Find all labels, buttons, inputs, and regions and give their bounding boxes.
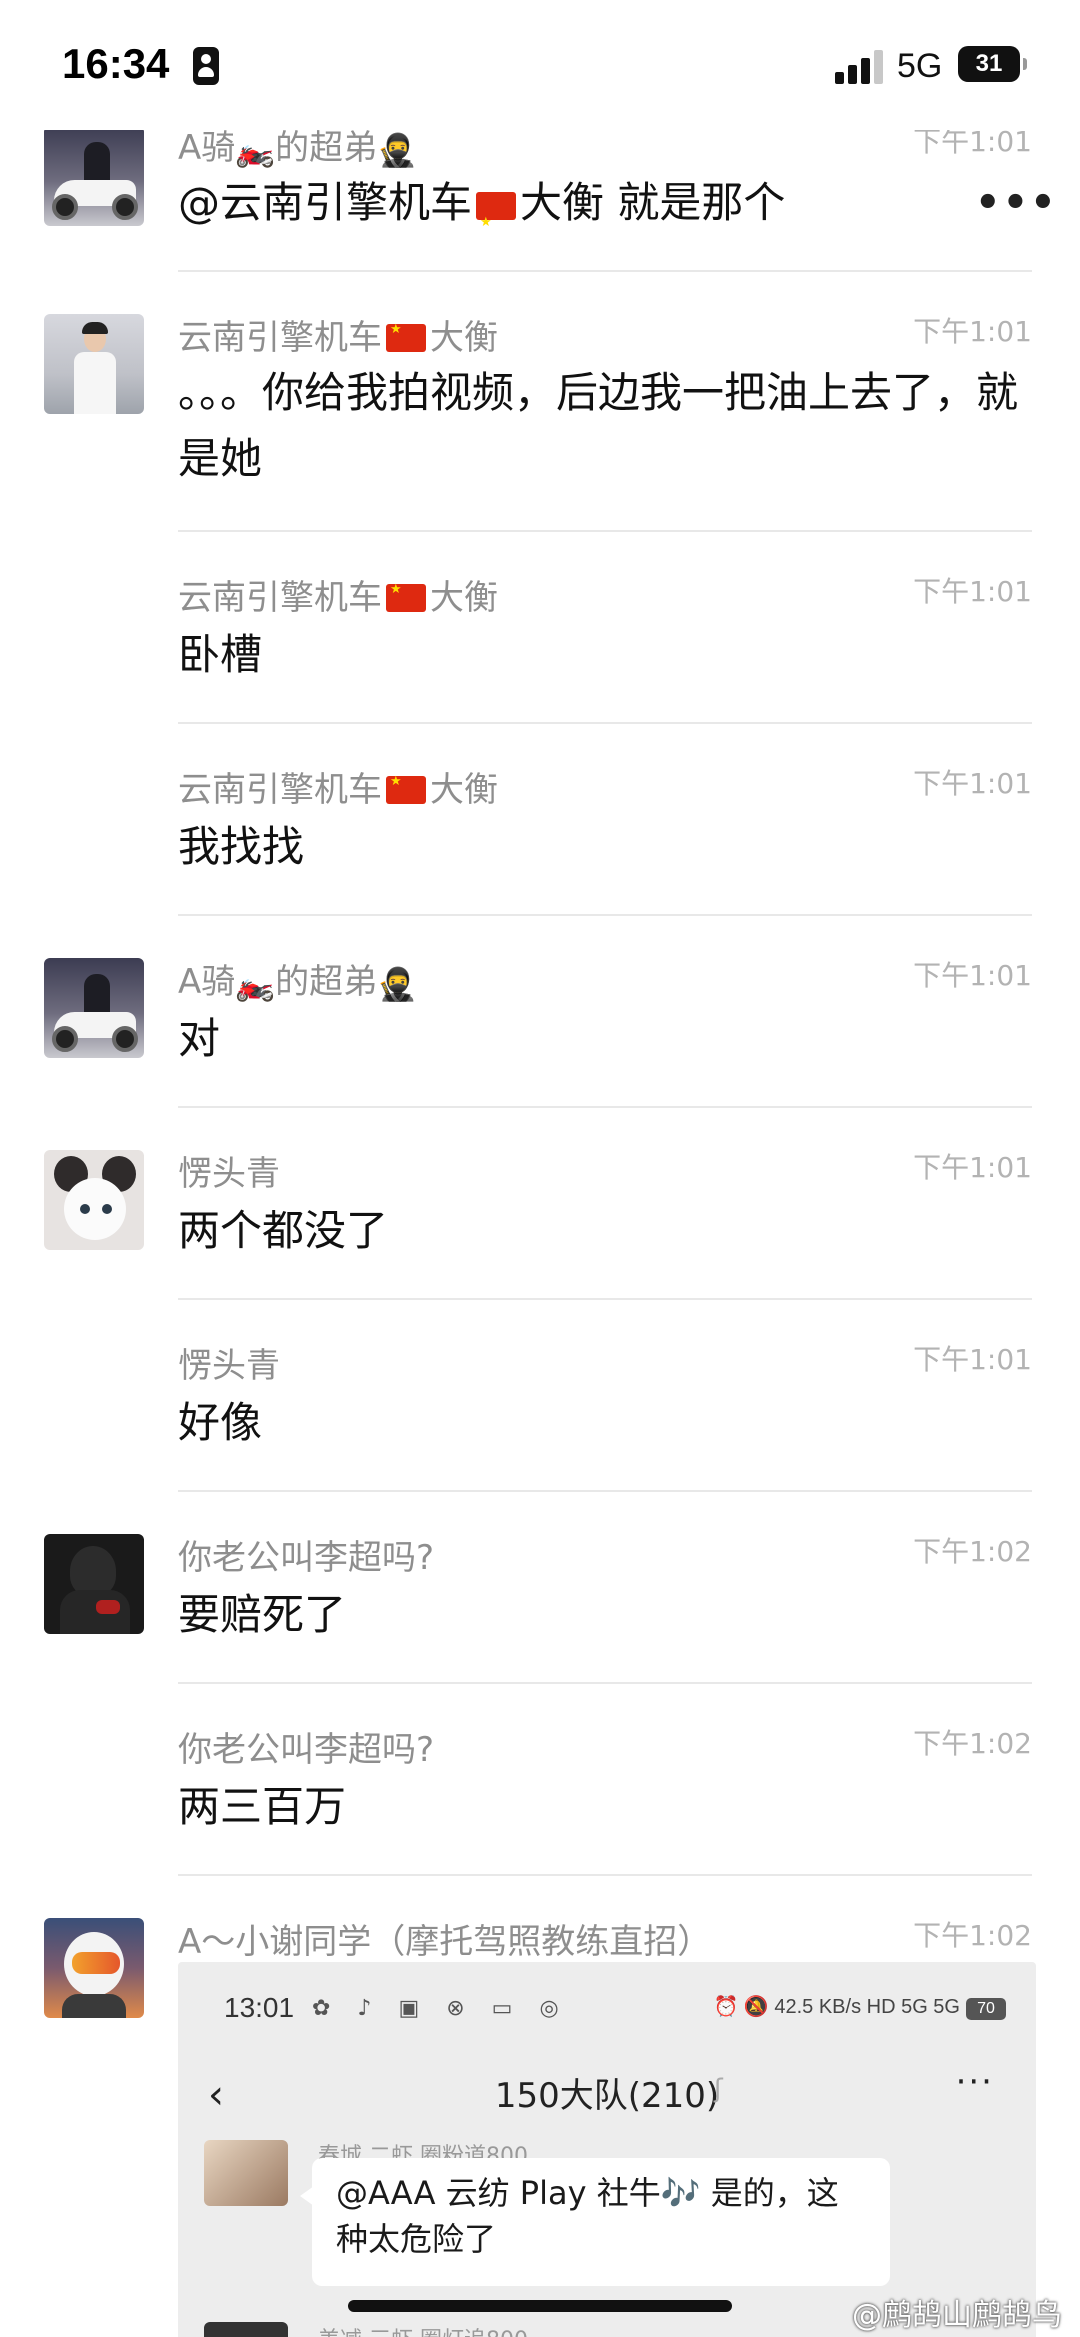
home-indicator[interactable] [348, 2300, 732, 2312]
embedded-status-right: ⏰ 🔕 42.5 KB/s HD 5G 5G 70 [713, 1994, 1006, 2020]
avatar[interactable] [44, 958, 144, 1058]
divider [178, 722, 1032, 724]
message-text[interactable]: 卧槽 [178, 622, 1018, 688]
embedded-battery-icon: 70 [966, 1998, 1006, 2020]
ninja-icon: 🥷 [377, 130, 417, 169]
status-time: 16:34 [62, 40, 170, 87]
sender-name: A～小谢同学（摩托驾照教练直招） [178, 1922, 712, 1962]
signal-icon [835, 50, 885, 84]
motorcycle-icon: 🏍️ [235, 964, 276, 1003]
avatar[interactable] [44, 1534, 144, 1634]
image-attachment[interactable]: 13:01 ✿ ♪ ▣ ⊗ ▭ ◎ ⏰ 🔕 42.5 KB/s HD 5G 5G… [178, 1962, 1036, 2337]
more-icon: ··· [955, 2062, 994, 2102]
message-time: 下午1:02 [913, 1919, 1032, 1952]
divider [178, 1106, 1032, 1108]
message-text[interactable]: 。。。你给我拍视频，后边我一把油上去了，就是她 [178, 360, 1018, 492]
avatar[interactable] [44, 1918, 144, 2018]
sender-name: 云南引擎机车大衡 [178, 762, 498, 811]
message-time: 下午1:01 [913, 1343, 1032, 1376]
battery-icon: 31 [958, 46, 1027, 82]
avatar [204, 2140, 288, 2206]
sender-name: 你老公叫李超吗? [178, 1730, 435, 1770]
message-time: 下午1:02 [913, 1727, 1032, 1760]
more-options-icon[interactable]: ••• [975, 180, 1058, 226]
message-text[interactable]: 要赔死了 [178, 1582, 1018, 1648]
message-text[interactable]: 两个都没了 [178, 1198, 1018, 1264]
sender-name: 愣头青 [178, 1154, 280, 1194]
status-bar: 16:34 5G 31 [0, 0, 1080, 130]
avatar[interactable] [44, 1150, 144, 1250]
person-icon [193, 47, 219, 85]
divider [178, 270, 1032, 272]
avatar [204, 2322, 288, 2337]
embedded-chat-title: 150大队(210) [494, 2076, 720, 2116]
embedded-message-bubble: @AAA 云纺 Play 社牛🎶 是的，这种太危险了 [300, 2158, 890, 2286]
china-flag-icon [386, 582, 426, 612]
divider [178, 530, 1032, 532]
motorcycle-icon: 🏍️ [235, 130, 276, 169]
china-flag-icon [386, 322, 426, 352]
divider [178, 1298, 1032, 1300]
message-text[interactable]: 我找找 [178, 814, 1018, 880]
divider [178, 1874, 1032, 1876]
avatar[interactable] [44, 314, 144, 414]
sender-name: 你老公叫李超吗? [178, 1538, 435, 1578]
message-text[interactable]: 两三百万 [178, 1774, 1018, 1840]
ninja-icon: 🥷 [377, 964, 417, 1003]
china-flag-icon [476, 190, 517, 256]
message-time: 下午1:02 [913, 1535, 1032, 1568]
message-text[interactable]: @云南引擎机车大衡 就是那个 [178, 170, 1018, 256]
embedded-sender-name: 美减 三虾 圈灯追800 [318, 2322, 528, 2337]
message-time: 下午1:01 [913, 575, 1032, 608]
message-time: 下午1:01 [913, 315, 1032, 348]
ear-icon: ʃ [714, 2074, 723, 2104]
message-text[interactable]: 对 [178, 1006, 1018, 1072]
china-flag-icon [386, 774, 426, 804]
message-text[interactable]: 好像 [178, 1390, 1018, 1456]
embedded-status-time: 13:01 [224, 1992, 295, 2023]
avatar[interactable] [44, 126, 144, 226]
network-type: 5G [897, 47, 943, 85]
back-icon: ‹ [208, 2072, 224, 2118]
sender-name: 愣头青 [178, 1346, 280, 1386]
sender-name: 云南引擎机车大衡 [178, 310, 498, 359]
message-time: 下午1:01 [913, 767, 1032, 800]
sender-name: 云南引擎机车大衡 [178, 570, 498, 619]
divider [178, 914, 1032, 916]
divider [178, 1490, 1032, 1492]
message-time: 下午1:01 [913, 1151, 1032, 1184]
watermark: @鹧鸪山鹧鸪鸟 [852, 2298, 1062, 2333]
sender-name: A骑🏍️的超弟🥷 [178, 962, 417, 1003]
divider [178, 1682, 1032, 1684]
message-time: 下午1:01 [913, 959, 1032, 992]
embedded-app-icons: ✿ ♪ ▣ ⊗ ▭ ◎ [312, 1996, 569, 2021]
